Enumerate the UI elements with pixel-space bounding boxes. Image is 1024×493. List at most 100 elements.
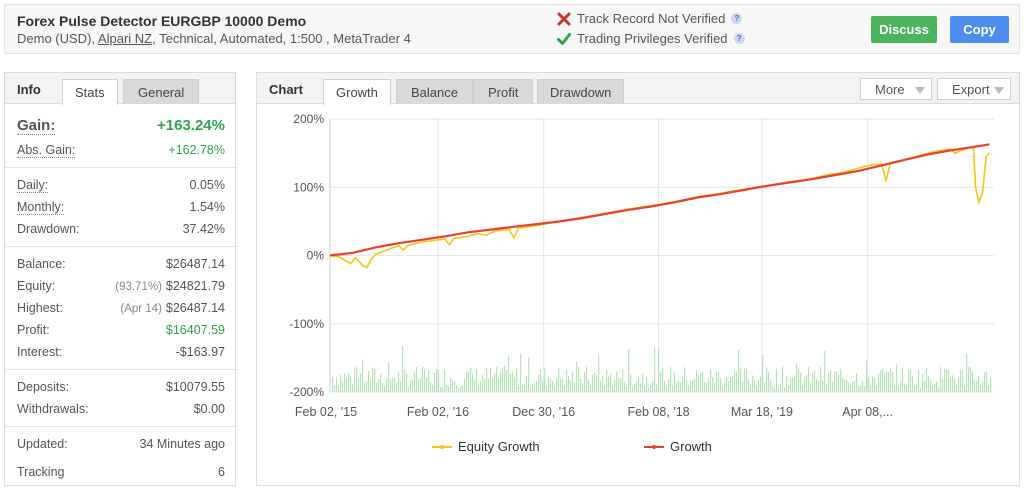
volume-bar — [590, 384, 592, 392]
volume-bar — [642, 373, 644, 392]
volume-bar — [854, 380, 856, 392]
tab-balance[interactable]: Balance — [396, 79, 473, 104]
broker-link[interactable]: Alpari NZ — [98, 31, 152, 46]
tab-drawdown[interactable]: Drawdown — [537, 79, 625, 104]
volume-bar — [698, 376, 700, 392]
drawdown-value: 37.42% — [182, 222, 225, 236]
volume-bar — [448, 386, 450, 392]
volume-bar — [694, 378, 696, 392]
volume-bar — [656, 384, 658, 392]
volume-bar — [364, 382, 366, 392]
volume-bar — [358, 378, 360, 392]
volume-bar — [350, 375, 352, 392]
volume-bar — [908, 369, 910, 392]
volume-bar — [970, 367, 972, 392]
more-label: More — [875, 82, 905, 97]
copy-button[interactable]: Copy — [950, 16, 1009, 43]
monthly-label[interactable]: Monthly: — [17, 200, 65, 215]
volume-bar — [374, 368, 376, 392]
volume-bar — [570, 380, 572, 392]
volume-bar — [472, 373, 474, 392]
volume-bar — [410, 380, 412, 392]
volume-bar — [696, 370, 698, 392]
profit-row: Profit: $16407.59 — [17, 319, 225, 341]
volume-bar — [646, 377, 648, 392]
volume-bar — [948, 369, 950, 392]
export-dropdown[interactable]: Export — [937, 78, 1011, 100]
gain-label[interactable]: Gain: — [17, 117, 56, 135]
daily-label[interactable]: Daily: — [17, 178, 49, 193]
discuss-button[interactable]: Discuss — [871, 16, 937, 43]
updated-row: Updated: 34 Minutes ago — [17, 433, 225, 461]
volume-bar — [688, 384, 690, 392]
help-icon[interactable]: ? — [733, 33, 745, 44]
tab-general[interactable]: General — [123, 79, 200, 104]
volume-bar — [370, 380, 372, 392]
volume-bar — [850, 384, 852, 392]
volume-bar — [924, 381, 926, 392]
volume-bar — [498, 378, 500, 392]
volume-bar — [458, 387, 460, 392]
help-icon[interactable]: ? — [731, 13, 743, 24]
volume-bar — [786, 375, 788, 392]
volume-bar — [878, 373, 880, 392]
volume-bar — [342, 381, 344, 392]
volume-bar — [800, 372, 802, 392]
tab-profit[interactable]: Profit — [473, 79, 534, 104]
drawdown-row: Drawdown: 37.42% — [17, 218, 225, 240]
chevron-down-icon — [994, 87, 1004, 94]
volume-bar — [418, 380, 420, 392]
volume-bar — [390, 378, 392, 392]
volume-bar — [940, 367, 942, 392]
volume-bar — [632, 386, 634, 392]
volume-bar — [428, 370, 430, 392]
volume-bar — [602, 375, 604, 392]
volume-bar — [716, 372, 718, 392]
volume-bar — [474, 380, 476, 392]
volume-bar — [562, 379, 564, 392]
volume-bar — [882, 368, 884, 392]
volume-bar — [452, 380, 454, 392]
stats-list: Gain: +163.24% Abs. Gain: +162.78% Daily… — [5, 115, 237, 483]
volume-bar — [568, 376, 570, 392]
volume-bar — [776, 368, 778, 392]
volume-bar — [984, 372, 986, 392]
volume-bar — [582, 383, 584, 392]
cross-icon — [557, 12, 571, 25]
volume-bar — [920, 387, 922, 392]
profit-value: $16407.59 — [165, 323, 225, 337]
volume-bar — [836, 371, 838, 392]
volume-bar — [648, 387, 650, 392]
tab-growth[interactable]: Growth — [323, 79, 391, 105]
volume-bar — [708, 378, 710, 392]
more-dropdown[interactable]: More — [860, 78, 932, 100]
legend-label: Equity Growth — [458, 439, 540, 454]
interest-value: -$163.97 — [175, 345, 225, 359]
volume-bar — [506, 369, 508, 392]
deposits-row: Deposits: $10079.55 — [17, 376, 225, 398]
volume-bar — [890, 368, 892, 392]
volume-bar — [764, 382, 766, 392]
legend-label: Growth — [670, 439, 712, 454]
volume-bar — [610, 374, 612, 392]
volume-bar — [804, 376, 806, 392]
volume-bar — [584, 372, 586, 392]
info-panel: Info Stats General Gain: +163.24% Abs. G… — [4, 72, 237, 486]
volume-bar — [482, 374, 484, 392]
volume-bar — [748, 379, 750, 392]
tab-stats[interactable]: Stats — [62, 79, 118, 105]
abs-gain-label[interactable]: Abs. Gain: — [17, 143, 76, 158]
divider — [5, 369, 237, 370]
highest-date: (Apr 14) — [120, 303, 162, 315]
volume-bar — [772, 385, 774, 392]
updated-value: 34 Minutes ago — [139, 437, 225, 451]
volume-bar — [634, 384, 636, 392]
volume-bar — [462, 385, 464, 392]
volume-bar — [962, 370, 964, 392]
volume-bar — [910, 370, 912, 392]
growth-chart[interactable]: 200% 100% 0% -100% -200% Feb 02, '15 Feb 02, … — [257, 105, 1019, 485]
volume-bar — [758, 379, 760, 392]
volume-bar — [420, 378, 422, 392]
volume-bar — [516, 368, 518, 392]
volume-bar — [690, 380, 692, 392]
